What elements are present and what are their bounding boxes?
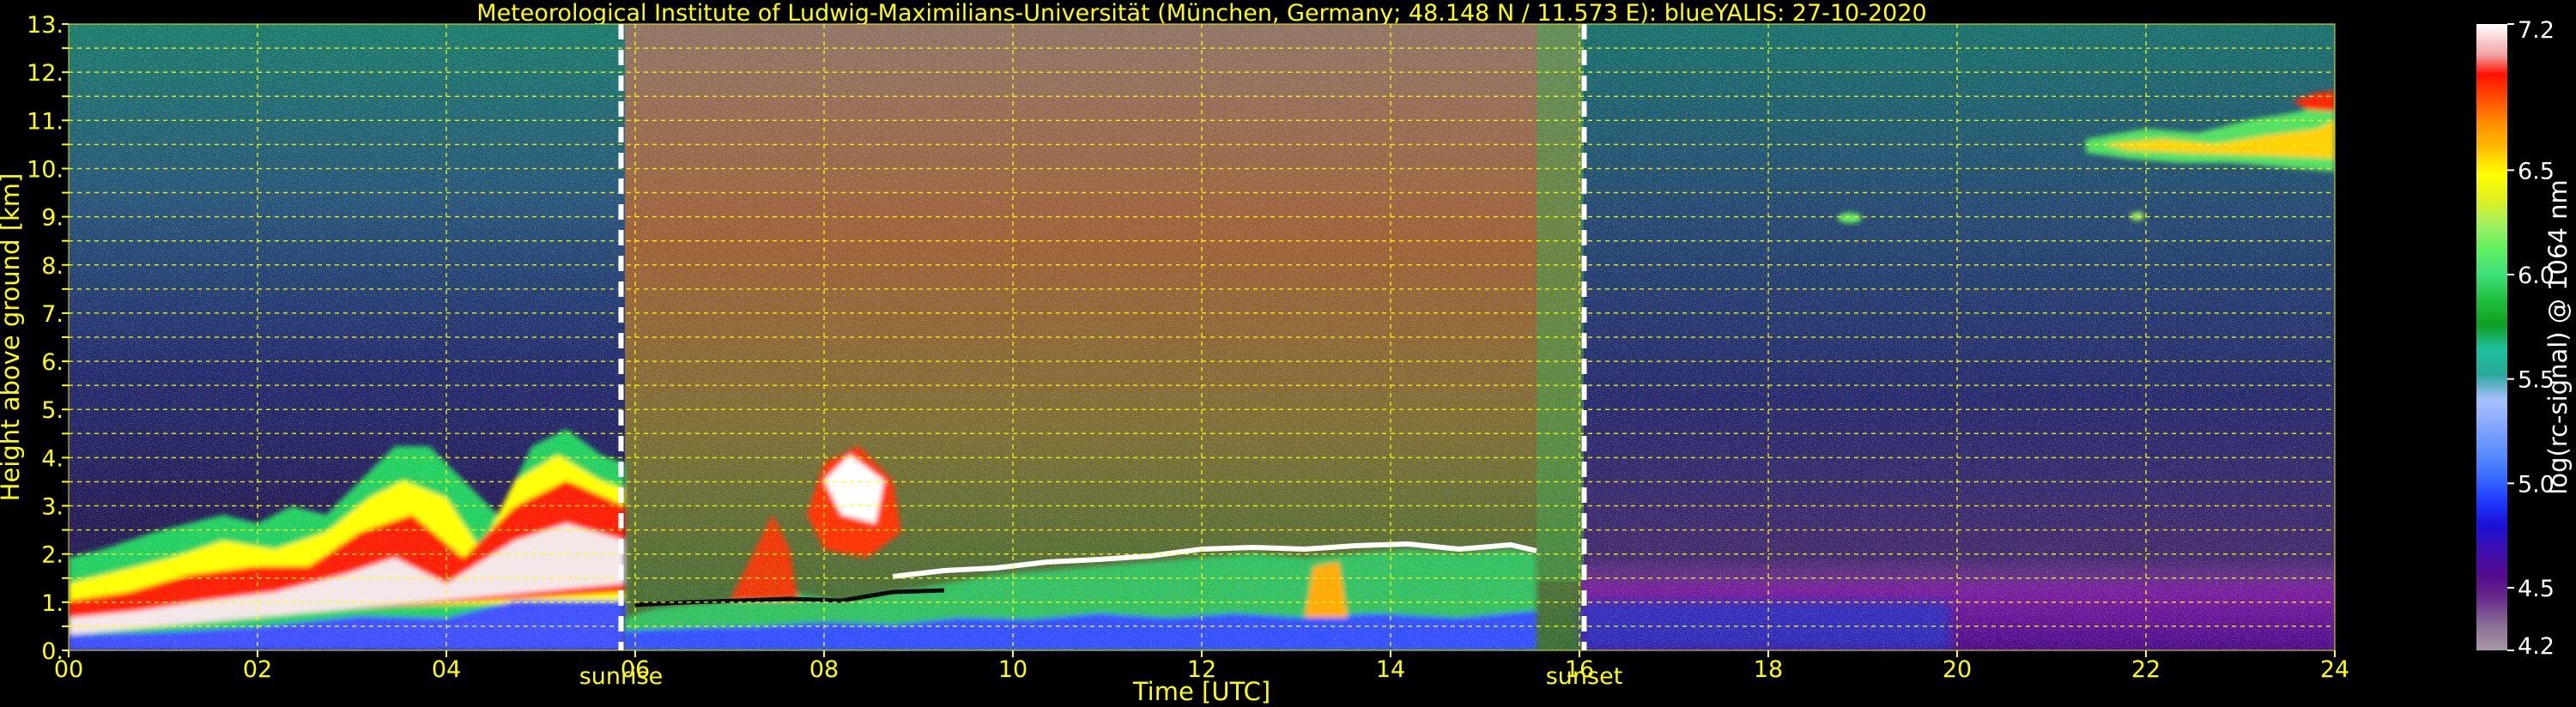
y-tick-label: 3.	[41, 494, 64, 521]
y-tick-label: 1.	[41, 590, 64, 617]
sunrise-label: sunrise	[579, 663, 664, 690]
y-tick-label: 7.	[41, 301, 64, 328]
y-tick-label: 8.	[41, 253, 64, 280]
x-axis-label: Time [UTC]	[1132, 677, 1270, 706]
y-tick-label: 2.	[41, 542, 64, 569]
x-tick-label: 08	[809, 656, 839, 683]
colorbar-tick-label: 4.5	[2518, 576, 2555, 602]
sunset-label: sunset	[1546, 663, 1623, 690]
colorbar-label: log(rc-signal) @ 1064 nm	[2543, 179, 2573, 494]
x-tick-label: 10	[998, 656, 1027, 683]
plot-area	[69, 24, 2335, 650]
colorbar-tick-label: 7.2	[2518, 17, 2555, 44]
x-tick-label: 24	[2320, 656, 2349, 683]
x-tick-label: 14	[1376, 656, 1405, 683]
chart-title: Meteorological Institute of Ludwig-Maxim…	[476, 0, 1926, 27]
lidar-quicklook-figure: Meteorological Institute of Ludwig-Maxim…	[0, 0, 2573, 706]
x-tick-label: 20	[1943, 656, 1972, 683]
annotations: sunrise sunset	[579, 663, 1623, 690]
y-axis: 0. 1. 2. 3. 4. 5. 6. 7. 8. 9. 10. 11. 12. 13.	[27, 12, 69, 665]
y-tick-label: 9.	[41, 205, 64, 232]
x-tick-label: 02	[243, 656, 272, 683]
colorbar-ramp	[2476, 24, 2507, 650]
y-axis-label: Height above ground [km]	[0, 173, 25, 502]
y-tick-label: 11.	[27, 108, 64, 135]
y-tick-label: 4.	[41, 445, 64, 472]
y-tick-label: 10.	[27, 156, 64, 183]
colorbar: 4.24.55.05.56.06.57.2 log(rc-signal) @ 1…	[2476, 17, 2573, 660]
x-tick-label: 04	[432, 656, 461, 683]
x-tick-label: 22	[2131, 656, 2161, 683]
colorbar-tick-label: 4.2	[2518, 633, 2555, 660]
y-tick-label: 12.	[27, 60, 64, 87]
x-tick-label: 18	[1754, 656, 1783, 683]
y-tick-label: 13.	[27, 12, 64, 39]
y-tick-label: 0.	[41, 638, 64, 665]
y-tick-label: 5.	[41, 397, 64, 424]
y-tick-label: 6.	[41, 349, 64, 376]
